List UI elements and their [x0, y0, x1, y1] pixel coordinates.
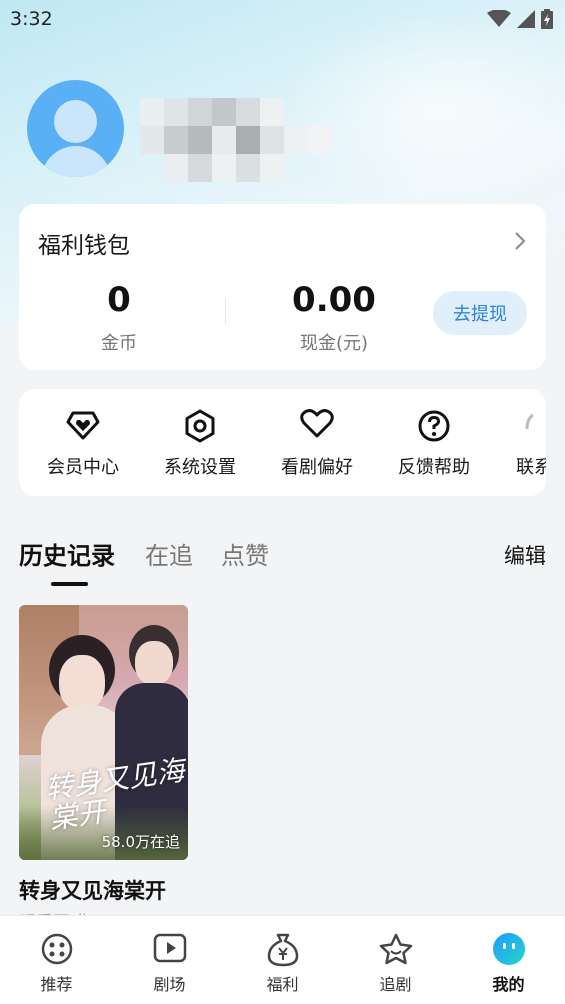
- avatar[interactable]: [27, 80, 124, 177]
- active-tab-indicator: [51, 582, 88, 586]
- username-pixelated: [140, 98, 332, 182]
- profile-face-icon: [492, 933, 525, 965]
- nav-profile[interactable]: 我的: [452, 916, 565, 1004]
- theater-play-icon: [153, 933, 186, 963]
- nav-label: 推荐: [40, 975, 73, 994]
- nav-label: 剧场: [153, 975, 186, 994]
- tool-contact[interactable]: 联系: [492, 389, 546, 496]
- nav-label: 福利: [266, 975, 299, 994]
- nav-recommend[interactable]: 推荐: [0, 916, 113, 1004]
- status-bar: 3:32: [0, 0, 565, 38]
- status-icons: [487, 9, 553, 29]
- poster-figure-face-left: [59, 655, 105, 711]
- coins-label: 金币: [101, 333, 137, 354]
- wallet-divider: [225, 298, 226, 324]
- bottom-navigation: 推荐 剧场 福利 追剧 我的: [0, 915, 565, 1004]
- recommend-icon: [41, 933, 72, 965]
- edit-button[interactable]: 编辑: [504, 540, 546, 570]
- vip-heart-icon: [66, 411, 100, 440]
- help-icon: [418, 410, 450, 442]
- battery-icon: [541, 9, 553, 29]
- poster-figure-face-right: [135, 641, 173, 685]
- nav-welfare[interactable]: 福利: [226, 916, 339, 1004]
- cash-value: 0.00: [292, 280, 376, 320]
- tab-liked[interactable]: 点赞: [221, 536, 269, 571]
- heart-icon: [300, 409, 334, 438]
- chevron-right-icon[interactable]: [514, 231, 526, 251]
- tool-feedback-help[interactable]: 反馈帮助: [375, 389, 493, 496]
- nav-label: 追剧: [379, 975, 412, 994]
- coins-value: 0: [107, 280, 131, 320]
- tool-label: 看剧偏好: [281, 457, 353, 478]
- tool-system-settings[interactable]: 系统设置: [141, 389, 259, 496]
- tools-card: 会员中心 系统设置 看剧偏好 反馈帮助 联系: [19, 389, 546, 496]
- welfare-bag-icon: [267, 933, 298, 967]
- drama-title[interactable]: 转身又见海棠开: [19, 875, 166, 905]
- tool-label: 联系: [516, 457, 546, 478]
- tool-label: 系统设置: [164, 457, 236, 478]
- wifi-icon: [487, 10, 511, 27]
- status-time: 3:32: [10, 8, 53, 30]
- withdraw-button[interactable]: 去提现: [433, 291, 527, 335]
- follow-star-icon: [379, 933, 412, 965]
- wallet-title: 福利钱包: [38, 233, 130, 259]
- welfare-wallet-card[interactable]: 福利钱包 0 金币 0.00 现金(元) 去提现: [19, 204, 546, 370]
- tool-label: 会员中心: [47, 457, 119, 478]
- tool-viewing-preference[interactable]: 看剧偏好: [258, 389, 376, 496]
- contact-icon: [525, 413, 534, 430]
- nav-theater[interactable]: 剧场: [113, 916, 226, 1004]
- avatar-body-shape: [41, 146, 111, 177]
- nav-follow[interactable]: 追剧: [339, 916, 452, 1004]
- settings-hexagon-icon: [185, 409, 215, 443]
- cash-label: 现金(元): [299, 333, 369, 354]
- poster-follow-count: 58.0万在追: [101, 833, 180, 851]
- avatar-head-shape: [54, 100, 97, 143]
- signal-icon: [517, 10, 535, 28]
- drama-poster[interactable]: 转身又见海棠开 58.0万在追: [19, 605, 188, 860]
- tab-history[interactable]: 历史记录: [19, 536, 115, 571]
- tool-label: 反馈帮助: [398, 457, 470, 478]
- tab-following[interactable]: 在追: [145, 536, 193, 571]
- tool-vip-center[interactable]: 会员中心: [24, 389, 142, 496]
- nav-label: 我的: [492, 975, 525, 994]
